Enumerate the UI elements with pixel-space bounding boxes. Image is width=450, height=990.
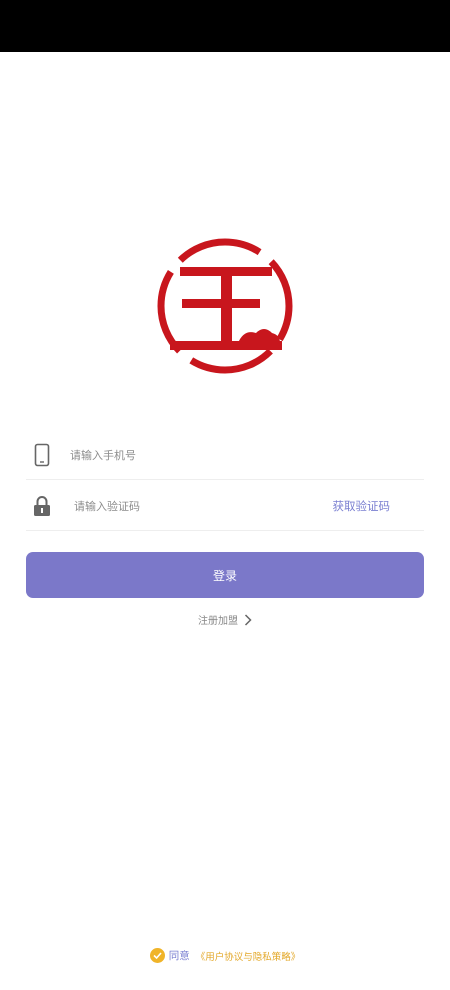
brand-logo [152, 233, 298, 379]
get-code-button[interactable]: 获取验证码 [333, 498, 391, 514]
phone-icon [26, 439, 58, 471]
register-link[interactable]: 注册加盟 [0, 612, 450, 627]
lock-icon [26, 490, 58, 522]
chevron-right-icon [244, 613, 252, 626]
login-button[interactable]: 登录 [26, 552, 424, 598]
agree-label: 同意 [168, 950, 190, 962]
phone-field [26, 431, 424, 480]
check-circle-icon[interactable] [149, 948, 165, 963]
policy-link[interactable]: 《用户协议与隐私策略》 [196, 949, 301, 963]
login-button-label: 登录 [212, 568, 237, 583]
code-input[interactable] [74, 491, 284, 521]
status-bar [0, 0, 450, 52]
code-field: 获取验证码 [26, 482, 424, 531]
phone-input[interactable] [70, 440, 390, 470]
agreement-row: 同意 《用户协议与隐私策略》 [0, 948, 450, 963]
register-label: 注册加盟 [198, 616, 238, 627]
